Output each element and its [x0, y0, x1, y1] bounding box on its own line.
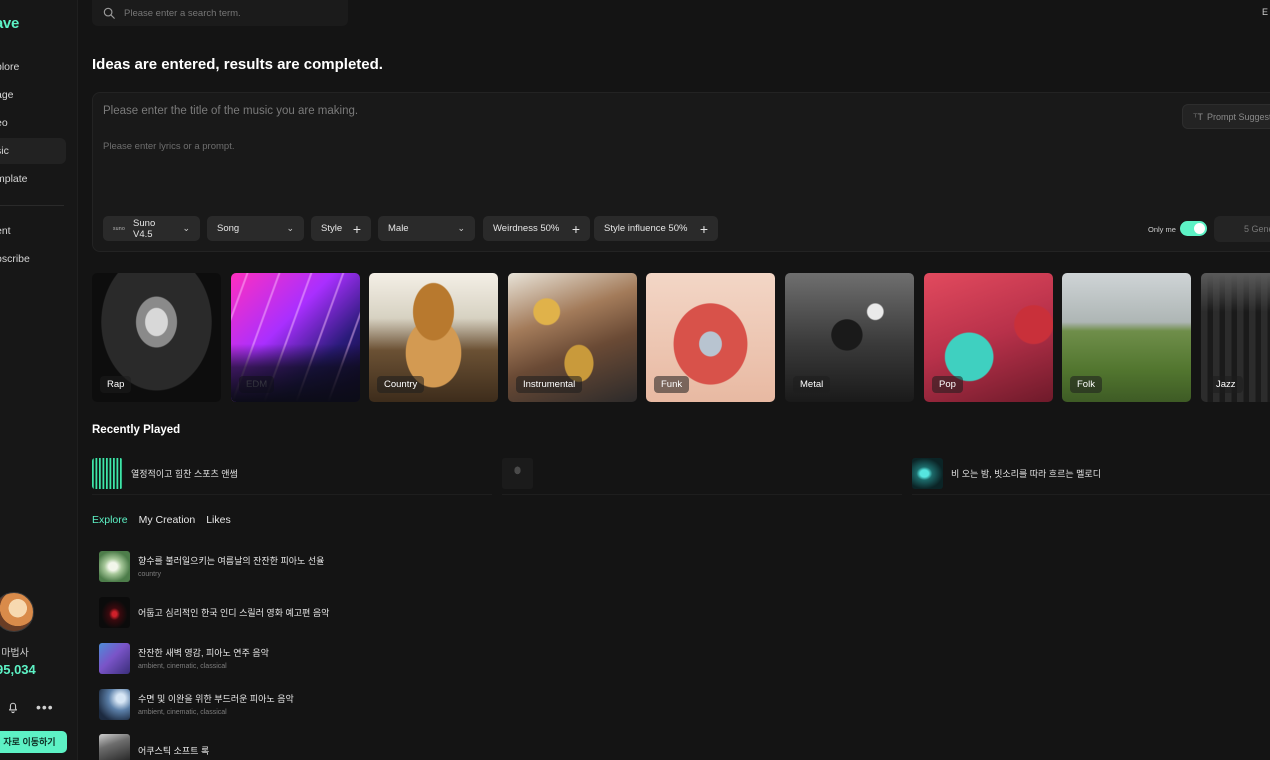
library-tabs: Explore My Creation Likes [92, 514, 231, 526]
genre-card-edm[interactable]: EDM [231, 273, 360, 402]
type-select[interactable]: Song ⌄ [207, 216, 304, 241]
sidebar-divider [0, 205, 64, 206]
track-tags: ambient, cinematic, classical [138, 709, 227, 716]
chevron-down-icon: ⌄ [457, 223, 465, 233]
user-name: 성마법사 [0, 648, 29, 659]
page-title: Ideas are entered, results are completed… [92, 56, 383, 73]
chevron-down-icon: ⌄ [286, 223, 294, 233]
recent-item[interactable]: 비 오는 밤, 빗소리를 따라 흐르는 멜로디 [912, 453, 1270, 495]
track-thumbnail [99, 734, 130, 760]
sidebar-item-music[interactable]: sic [0, 138, 66, 164]
sidebar-item-agent[interactable]: ent [0, 218, 66, 244]
recent-item-title: 비 오는 밤, 빗소리를 따라 흐르는 멜로디 [951, 469, 1101, 479]
genre-label: Jazz [1209, 376, 1243, 393]
track-title: 어둡고 심리적인 한국 인디 스릴러 영화 예고편 음악 [138, 607, 330, 618]
prompt-suggest-label: Prompt Suggest [1207, 112, 1270, 122]
track-list-item[interactable]: 잔잔한 새벽 영감, 피아노 연주 음악 ambient, cinematic,… [99, 642, 269, 674]
track-tags: ambient, cinematic, classical [138, 663, 227, 670]
music-composer: ⸆T Prompt Suggest suno Suno V4.5 ⌄ Song ⌄… [92, 92, 1270, 252]
generate-button[interactable]: 5 Gene [1214, 216, 1270, 242]
track-thumbnail [99, 642, 130, 674]
sidebar-item-subscribe[interactable]: oscribe [0, 246, 66, 272]
genre-card-rap[interactable]: Rap [92, 273, 221, 402]
tab-likes[interactable]: Likes [206, 514, 231, 526]
tab-my-creation[interactable]: My Creation [139, 514, 196, 526]
search-bar[interactable] [92, 0, 348, 26]
track-list-item[interactable]: 수면 및 이완을 위한 부드러운 피아노 음악 ambient, cinemat… [99, 688, 294, 720]
track-title: 어쿠스틱 소프트 록 [138, 746, 210, 756]
sidebar-item-explore[interactable]: plore [0, 54, 66, 80]
voice-select-label: Male [388, 223, 409, 234]
genre-card-instrumental[interactable]: Instrumental [508, 273, 637, 402]
prompt-suggest-button[interactable]: ⸆T Prompt Suggest [1182, 104, 1270, 129]
track-title: 수면 및 이완을 위한 부드러운 피아노 음악 [138, 694, 294, 704]
style-add-button[interactable]: Style + [311, 216, 371, 241]
genre-label: Metal [793, 376, 831, 393]
chevron-down-icon: ⌄ [182, 223, 190, 233]
track-thumbnail [99, 596, 130, 628]
model-select-label: Suno V4.5 [133, 217, 156, 240]
model-select[interactable]: suno Suno V4.5 ⌄ [103, 216, 200, 241]
genre-card-jazz[interactable]: Jazz [1201, 273, 1270, 402]
app-logo[interactable]: Vave [0, 15, 19, 32]
genre-card-metal[interactable]: Metal [785, 273, 914, 402]
weirdness-button[interactable]: Weirdness 50% + [483, 216, 590, 241]
only-me-toggle[interactable] [1180, 221, 1207, 236]
plus-icon: + [352, 220, 361, 237]
style-label: Style [321, 223, 343, 234]
search-input[interactable] [124, 7, 324, 19]
sidebar-item-image[interactable]: age [0, 82, 66, 108]
credit-balance: 95,034 [0, 662, 36, 677]
genre-label: Rap [100, 376, 132, 393]
track-list-item[interactable]: 어쿠스틱 소프트 록 [99, 734, 209, 760]
style-influence-button[interactable]: Style influence 50% + [594, 216, 718, 241]
avatar[interactable] [0, 592, 34, 632]
music-title-input[interactable] [103, 105, 1003, 117]
language-toggle[interactable]: E [1262, 7, 1268, 17]
microphone-thumbnail [502, 458, 533, 489]
only-me-label: Only me [1148, 225, 1176, 234]
track-thumbnail [92, 458, 123, 489]
genre-card-funk[interactable]: Funk [646, 273, 775, 402]
search-icon [103, 7, 115, 19]
sidebar-item-template[interactable]: mplate [0, 166, 66, 192]
style-influence-label: Style influence 50% [604, 223, 688, 234]
suno-logo: suno [113, 225, 126, 232]
bell-icon[interactable] [6, 700, 20, 714]
genre-label: Pop [932, 376, 963, 393]
track-tags: country [138, 571, 161, 578]
more-options-icon[interactable]: ••• [36, 700, 54, 714]
genre-label: Funk [654, 376, 690, 393]
genre-card-folk[interactable]: Folk [1062, 273, 1191, 402]
track-thumbnail [912, 458, 943, 489]
genre-card-pop[interactable]: Pop [924, 273, 1053, 402]
track-list-item[interactable]: 어둡고 심리적인 한국 인디 스릴러 영화 예고편 음악 [99, 596, 329, 628]
recently-played-title: Recently Played [92, 424, 181, 436]
recent-item-title: 열정적이고 힘찬 스포츠 앤썸 [131, 469, 238, 479]
cta-button[interactable]: 자로 이동하기 [0, 731, 67, 753]
genre-card-country[interactable]: Country [369, 273, 498, 402]
plus-icon: + [699, 220, 708, 237]
track-thumbnail [99, 688, 130, 720]
genre-label: Instrumental [516, 376, 583, 393]
lyrics-prompt-input[interactable] [103, 141, 1003, 152]
genre-label: Folk [1070, 376, 1102, 393]
text-style-icon: ⸆T [1193, 112, 1203, 122]
recent-item[interactable] [502, 453, 902, 495]
genre-label: Country [377, 376, 425, 393]
weirdness-label: Weirdness 50% [493, 223, 560, 234]
recent-item[interactable]: 열정적이고 힘찬 스포츠 앤썸 [92, 453, 492, 495]
plus-icon: + [571, 220, 580, 237]
track-title: 잔잔한 새벽 영감, 피아노 연주 음악 [138, 648, 269, 658]
track-title: 향수를 불러일으키는 여름날의 잔잔한 피아노 선율 [138, 556, 325, 566]
track-list-item[interactable]: 향수를 불러일으키는 여름날의 잔잔한 피아노 선율 country [99, 550, 324, 582]
track-thumbnail [99, 550, 130, 582]
sidebar: Vave plore age eo sic mplate ent oscribe… [0, 0, 78, 760]
voice-select[interactable]: Male ⌄ [378, 216, 475, 241]
sidebar-item-video[interactable]: eo [0, 110, 66, 136]
type-select-label: Song [217, 223, 240, 234]
genre-label: EDM [239, 376, 275, 393]
tab-explore[interactable]: Explore [92, 514, 128, 526]
